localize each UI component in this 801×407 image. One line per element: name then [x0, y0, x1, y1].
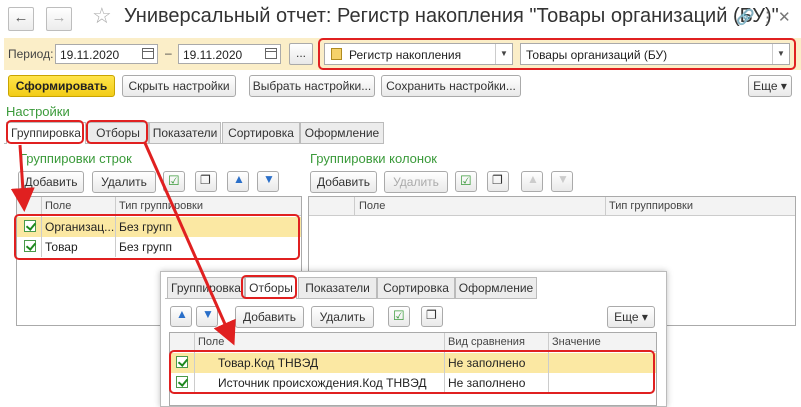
arrow-to-row-groups [10, 144, 35, 212]
arrow-to-filters [143, 142, 236, 346]
annotation-arrows [10, 142, 236, 346]
